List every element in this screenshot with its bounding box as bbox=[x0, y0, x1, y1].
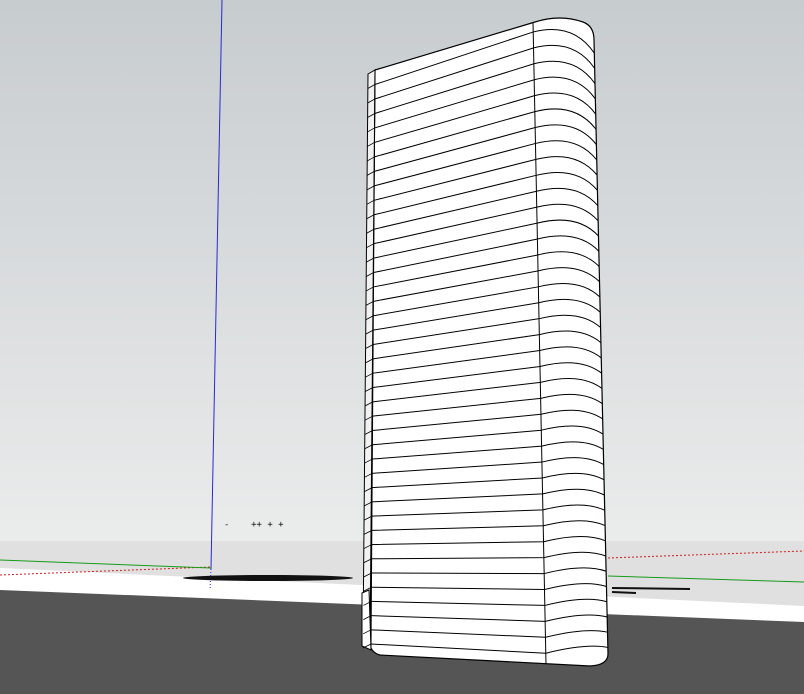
sketchup-viewport[interactable]: - ++ + + bbox=[0, 0, 804, 694]
tower-model[interactable] bbox=[361, 17, 609, 667]
shadow-left bbox=[183, 575, 353, 581]
shadow-right bbox=[611, 587, 691, 590]
annotation-glyphs: - ++ + + bbox=[224, 520, 284, 530]
shadow-right-2 bbox=[611, 591, 637, 594]
scene-canvas[interactable]: - ++ + + bbox=[0, 0, 804, 694]
tower-base bbox=[361, 589, 372, 651]
